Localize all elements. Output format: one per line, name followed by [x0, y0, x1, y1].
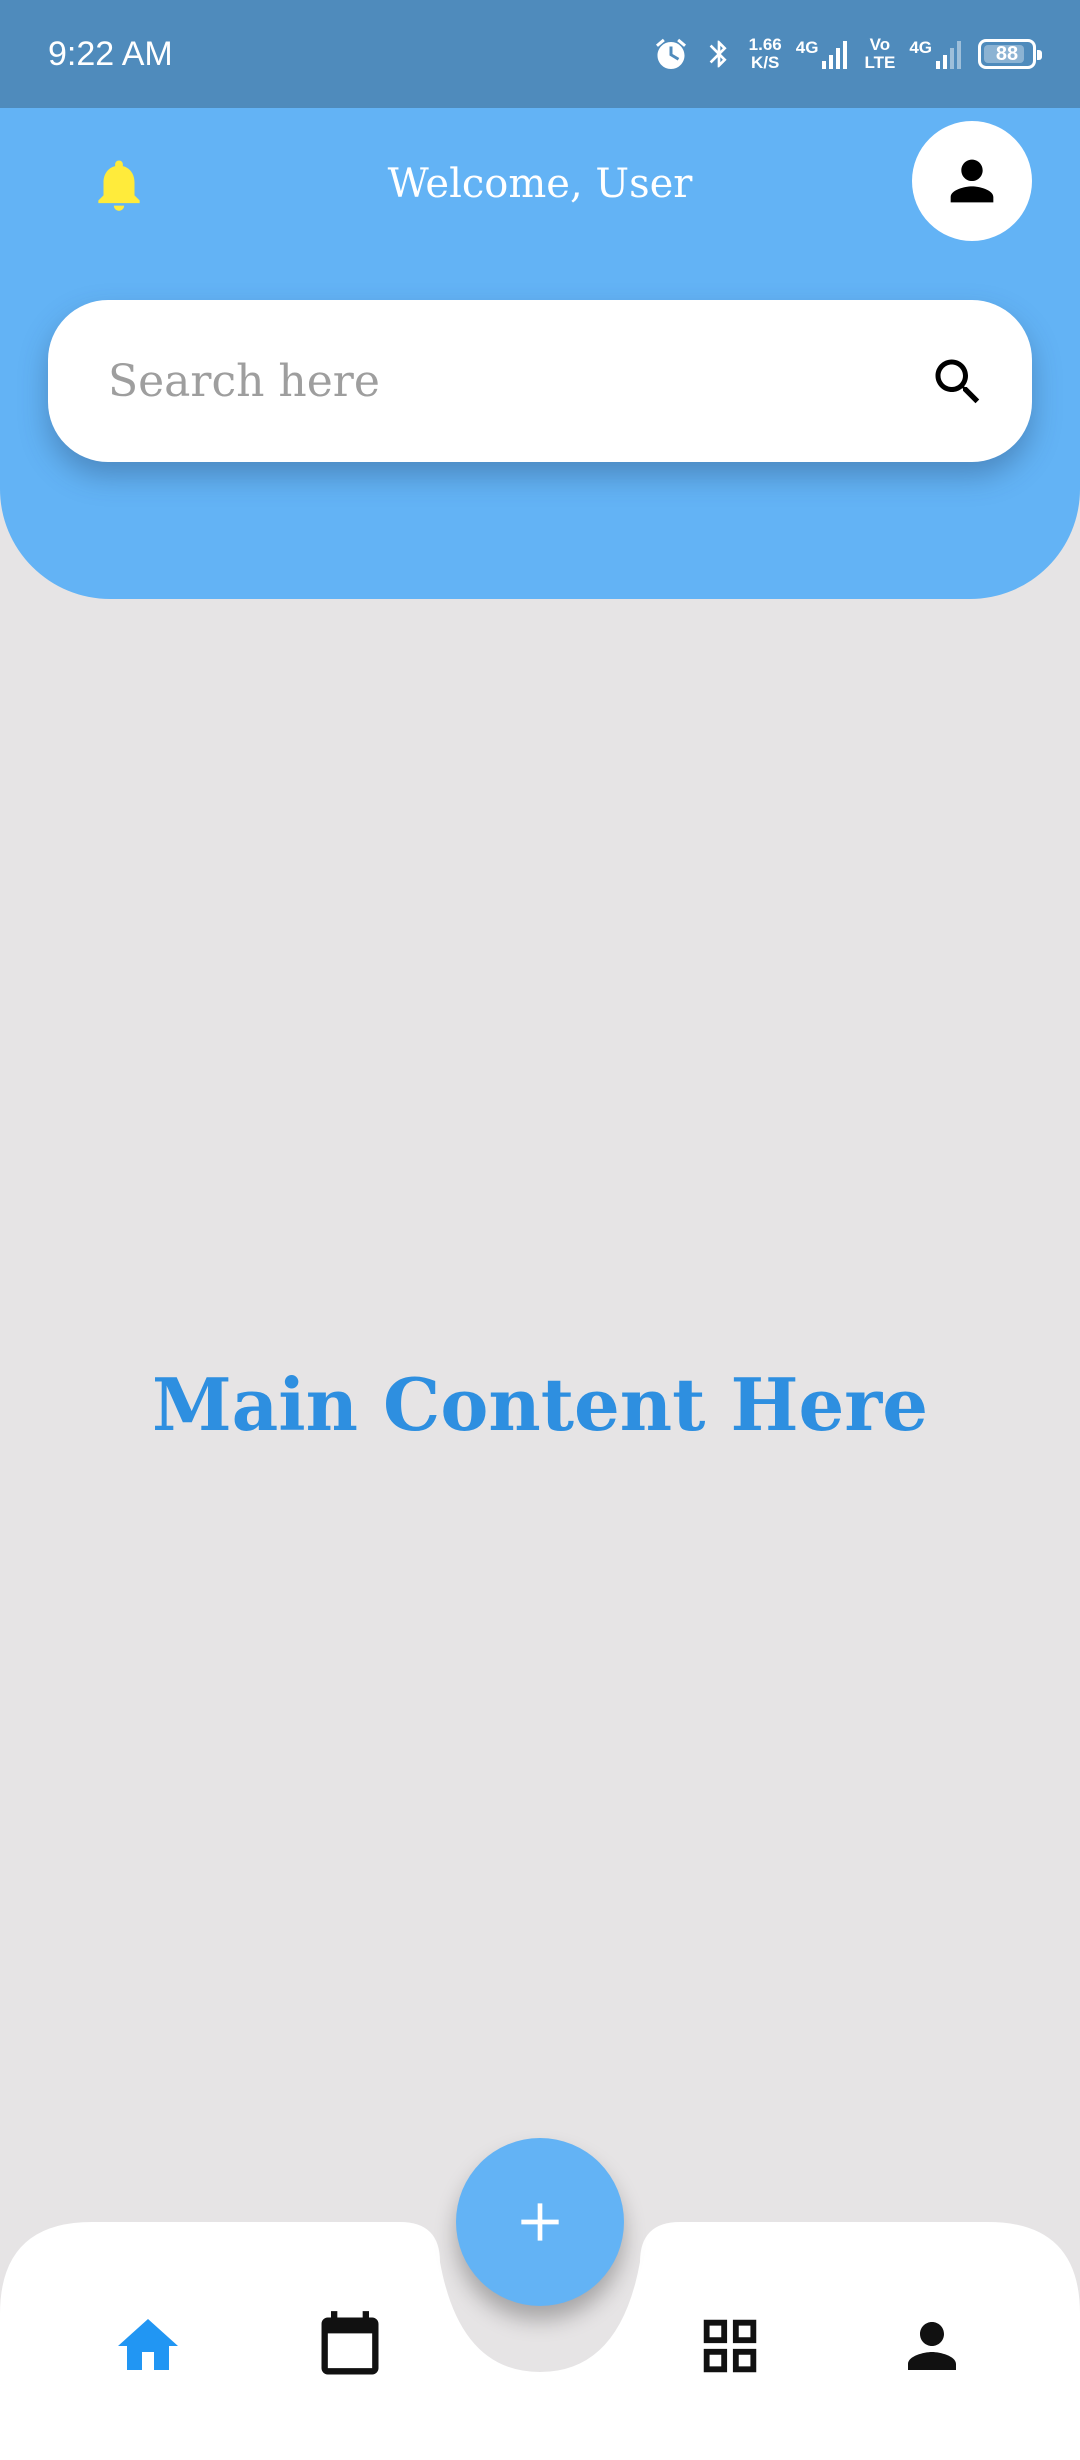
signal-1-label: 4G	[795, 38, 819, 57]
add-fab-button[interactable]	[456, 2138, 624, 2306]
search-input[interactable]	[108, 300, 888, 462]
plus-icon	[521, 2203, 559, 2241]
battery-level: 88	[995, 43, 1019, 65]
nav-item-calendar[interactable]	[308, 2304, 392, 2388]
network-speed: 1.66 K/S	[749, 36, 782, 72]
nav-item-dashboard[interactable]	[688, 2304, 772, 2388]
home-icon	[118, 2319, 178, 2370]
volte-bottom: LTE	[864, 53, 896, 72]
signal-2-label: 4G	[909, 38, 932, 57]
status-time: 9:22 AM	[48, 35, 173, 73]
header: Welcome, User	[0, 108, 1080, 599]
profile-avatar-button[interactable]	[912, 121, 1032, 241]
network-speed-unit: K/S	[751, 53, 780, 72]
network-speed-value: 1.66	[748, 35, 782, 54]
signal-icon	[936, 41, 961, 69]
status-icons: 1.66 K/S 4G Vo LTE 4G 88	[653, 30, 1042, 78]
signal-group-1: 4G	[796, 39, 851, 69]
volte-top: Vo	[869, 35, 891, 54]
search-bar	[48, 300, 1032, 462]
nav-item-home[interactable]	[106, 2304, 190, 2388]
nav-item-profile[interactable]	[890, 2304, 974, 2388]
grid-icon	[703, 2319, 757, 2373]
status-bar: 9:22 AM 1.66 K/S 4G Vo LTE 4G 88	[0, 0, 1080, 108]
battery-icon: 88	[978, 39, 1042, 69]
alarm-icon	[655, 38, 686, 69]
search-icon[interactable]	[928, 352, 988, 412]
bluetooth-icon	[709, 40, 727, 68]
signal-group-2: 4G	[909, 39, 964, 69]
person-icon	[908, 2322, 956, 2370]
calendar-icon	[321, 2311, 379, 2375]
main-content-text: Main Content Here	[151, 1362, 929, 1447]
volte-indicator: Vo LTE	[864, 36, 895, 72]
signal-icon	[822, 41, 848, 69]
person-icon	[950, 159, 994, 203]
